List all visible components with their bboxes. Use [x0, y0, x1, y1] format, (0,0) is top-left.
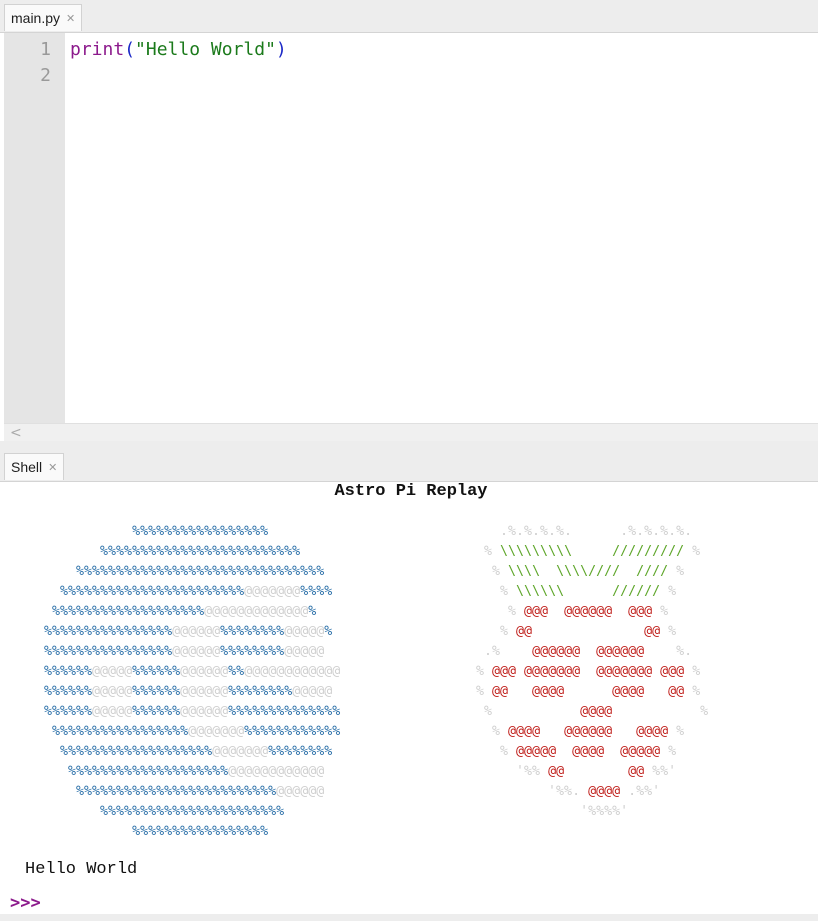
tab-label: Shell	[11, 459, 43, 475]
earth-ascii-art: %%%%%%%%%%%%%%%%% %%%%%%%%%%%%%%%%%%%%%%…	[44, 524, 341, 839]
window-bottom-border	[0, 914, 818, 921]
tab-label: main.py	[11, 10, 61, 26]
shell-panel[interactable]: Astro Pi Replay %%%%%%%%%%%%%%%%% %%%%%%…	[4, 482, 818, 914]
horizontal-scrollbar[interactable]: <	[4, 423, 818, 442]
chevron-left-icon[interactable]: <	[10, 424, 22, 442]
close-icon[interactable]: ✕	[48, 461, 57, 474]
pane-divider[interactable]	[0, 441, 818, 449]
code-editor[interactable]	[65, 33, 818, 423]
line-number: 1	[40, 39, 51, 60]
raspberry-pi-ascii-art: .%.%.%.%. .%.%.%.%. % \\\\\\\\\ ////////…	[476, 524, 709, 819]
code-token-paren: )	[275, 39, 287, 60]
tab-shell[interactable]: Shell ✕	[4, 453, 65, 480]
shell-prompt[interactable]: >>>	[10, 893, 41, 913]
close-icon[interactable]: ✕	[66, 12, 75, 25]
code-token-function: print	[70, 39, 125, 60]
shell-tab-bar: Shell ✕	[0, 449, 818, 482]
replay-title: Astro Pi Replay	[334, 482, 488, 501]
line-number: 2	[40, 65, 51, 86]
tab-main-py[interactable]: main.py ✕	[4, 4, 83, 31]
code-token-paren: (	[124, 39, 136, 60]
shell-output: Hello World	[25, 860, 138, 879]
line-number-gutter: 1 2	[4, 33, 65, 423]
code-line[interactable]: print("Hello World")	[70, 38, 287, 62]
code-token-string: "Hello World"	[135, 39, 276, 60]
editor-tab-bar: main.py ✕	[0, 0, 818, 33]
